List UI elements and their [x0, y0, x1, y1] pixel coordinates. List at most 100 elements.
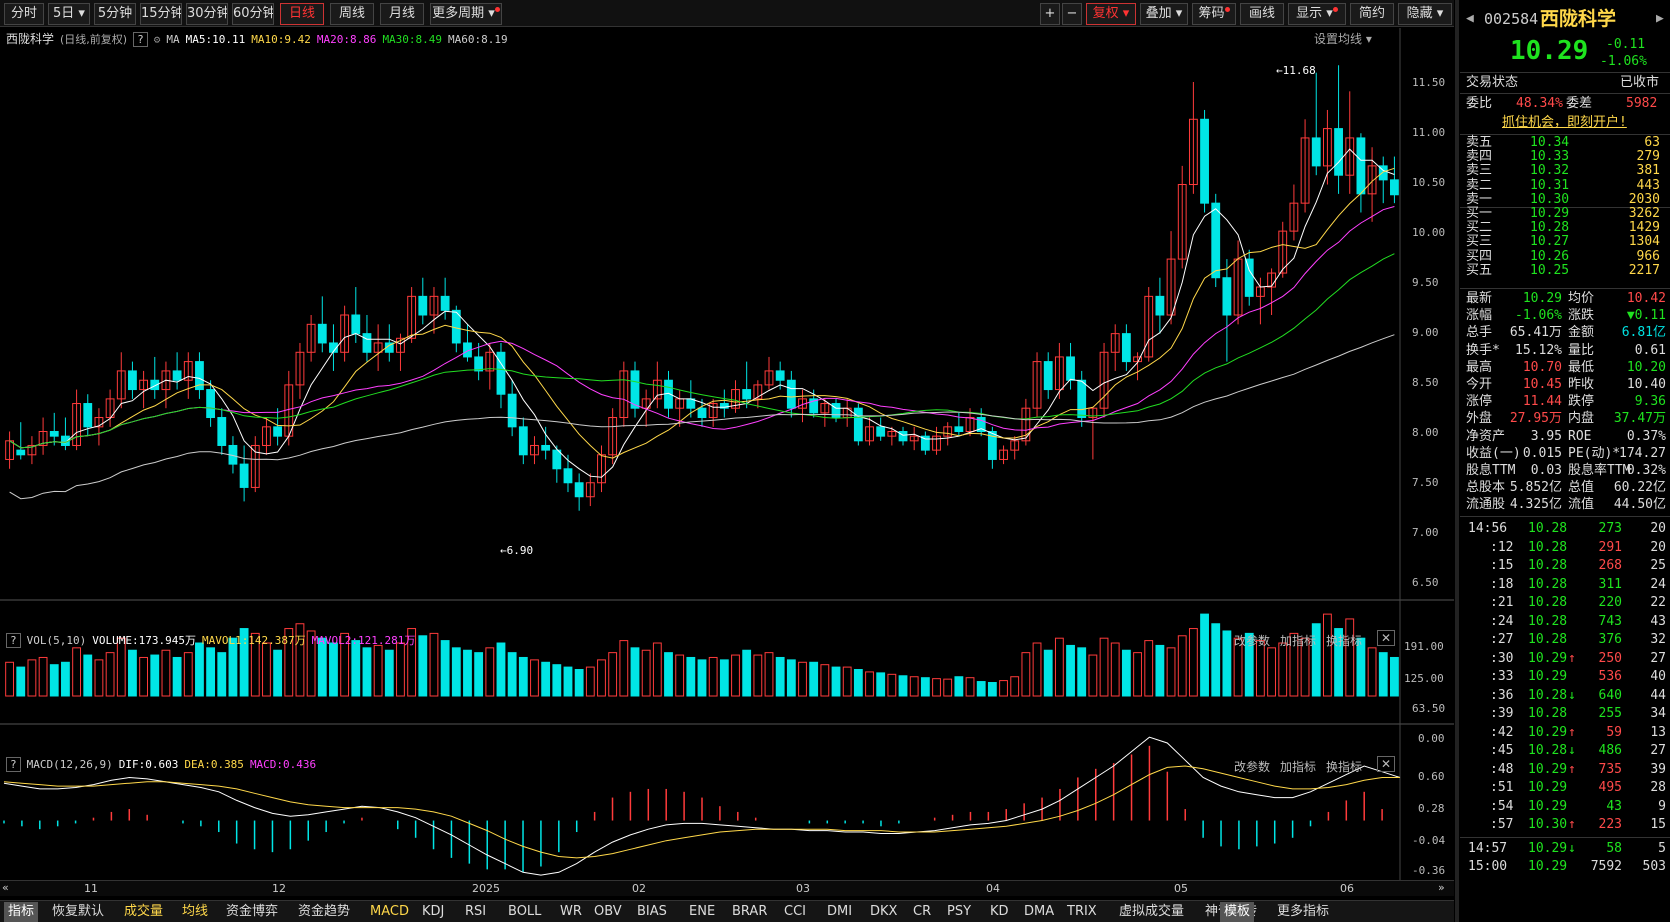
panel-divider[interactable]	[1455, 0, 1459, 922]
next-stock-icon[interactable]: ▶	[1656, 8, 1664, 30]
tick-count: 28	[1650, 780, 1666, 795]
period-fenshi[interactable]: 分时	[4, 3, 44, 25]
settings-gear-icon[interactable]: ⚙	[154, 33, 161, 46]
tab-7[interactable]: KDJ	[418, 902, 448, 922]
tab-23[interactable]: 虚拟成交量	[1115, 902, 1188, 922]
vol-param-button[interactable]: 改参数	[1234, 632, 1270, 649]
tick-row: :51 10.29 495 28	[1460, 779, 1670, 796]
hide-button[interactable]: 隐藏 ▾	[1398, 3, 1452, 25]
tab-22[interactable]: TRIX	[1063, 902, 1101, 922]
ask-row[interactable]: 卖三 10.32 381	[1460, 164, 1670, 178]
volume-bar	[262, 642, 271, 697]
chips-button[interactable]: 筹码	[1192, 3, 1236, 25]
tick-row: :48 10.29 ↑ 735 39	[1460, 761, 1670, 778]
scroll-right-icon[interactable]: »	[1438, 881, 1445, 894]
main-legend: 西陇科学 (日线,前复权)? ⚙ MA MA5:10.11 MA10:9.42 MA20:8…	[6, 30, 514, 47]
tab-0[interactable]: 指标	[4, 902, 39, 922]
vol-swap-indicator-button[interactable]: 换指标	[1326, 632, 1362, 649]
tab-9[interactable]: BOLL	[504, 902, 545, 922]
candle-body	[1390, 179, 1399, 196]
tab-18[interactable]: CR	[909, 902, 935, 922]
help-icon[interactable]: ?	[133, 32, 148, 47]
tab-26[interactable]: 模板	[1220, 902, 1255, 922]
prev-stock-icon[interactable]: ◀	[1466, 8, 1474, 30]
simple-button[interactable]: 简约	[1350, 3, 1394, 25]
vol-close-icon[interactable]: ✕	[1377, 630, 1396, 646]
tab-11[interactable]: OBV	[590, 902, 626, 922]
candle-body	[1155, 295, 1165, 316]
period-60min[interactable]: 60分钟	[232, 3, 274, 25]
macd-close-icon[interactable]: ✕	[1377, 756, 1396, 772]
bid-row[interactable]: 买三 10.27 1304	[1460, 235, 1670, 249]
stat-label: 跌停	[1568, 394, 1595, 410]
tick-arrow-icon: ↓	[1568, 743, 1576, 758]
macd-param-button[interactable]: 改参数	[1234, 758, 1270, 775]
bid-row[interactable]: 买二 10.28 1429	[1460, 221, 1670, 235]
period-5min[interactable]: 5分钟	[94, 3, 136, 25]
tab-2[interactable]: 成交量	[120, 902, 167, 922]
tab-3[interactable]: 均线	[178, 902, 212, 922]
period-30min[interactable]: 30分钟	[186, 3, 228, 25]
tab-4[interactable]: 资金博弈	[222, 902, 282, 922]
fuquan-button[interactable]: 复权 ▾	[1086, 3, 1136, 25]
display-button[interactable]: 显示 ▾	[1288, 3, 1346, 25]
bid-row[interactable]: 买四 10.26 966	[1460, 249, 1670, 264]
stat-label: 内盘	[1568, 411, 1595, 427]
period-more[interactable]: 更多周期 ▾	[430, 3, 502, 25]
stat-label: PE(动)*	[1568, 445, 1621, 461]
period-5day[interactable]: 5日 ▾	[48, 3, 90, 25]
tab-19[interactable]: PSY	[943, 902, 975, 922]
tab-12[interactable]: BIAS	[633, 902, 671, 922]
macd-add-indicator-button[interactable]: 加指标	[1280, 758, 1316, 775]
zoom-out-button[interactable]: −	[1062, 3, 1082, 25]
volume-bar	[1099, 637, 1109, 697]
ask-row[interactable]: 卖二 10.31 443	[1460, 178, 1670, 193]
period-15min[interactable]: 15分钟	[140, 3, 182, 25]
tab-1[interactable]: 恢复默认	[48, 902, 108, 922]
tab-6[interactable]: MACD	[366, 902, 413, 922]
tab-20[interactable]: KD	[986, 902, 1013, 922]
bid-row[interactable]: 买五 10.25 2217	[1460, 263, 1670, 278]
tick-volume: 486	[1598, 743, 1622, 758]
zoom-in-button[interactable]: +	[1040, 3, 1060, 25]
ma-settings-button[interactable]: 设置均线 ▾	[1314, 30, 1372, 47]
tab-15[interactable]: CCI	[780, 902, 810, 922]
macd-help-icon[interactable]: ?	[6, 757, 21, 772]
tick-volume: 376	[1598, 632, 1622, 647]
overlay-button[interactable]: 叠加 ▾	[1140, 3, 1188, 25]
scroll-left-icon[interactable]: «	[2, 881, 9, 894]
price-block: 10.29 -0.11 -1.06%	[1460, 36, 1670, 69]
tick-count: 43	[1650, 613, 1666, 629]
chips-dot	[1224, 7, 1230, 12]
promo-link[interactable]: 抓住机会，即刻开户!	[1460, 114, 1670, 131]
macd-value: MACD:0.436	[249, 758, 317, 771]
tab-21[interactable]: DMA	[1020, 902, 1058, 922]
period-weekly[interactable]: 周线	[330, 3, 374, 25]
stat-value: 44.50亿	[1613, 497, 1666, 513]
ask-row[interactable]: 卖五 10.34 63	[1460, 136, 1670, 150]
tab-17[interactable]: DKX	[866, 902, 901, 922]
volume-bar	[195, 642, 204, 697]
tab-14[interactable]: BRAR	[728, 902, 771, 922]
ask-row[interactable]: 卖四 10.33 279	[1460, 150, 1670, 164]
tab-5[interactable]: 资金趋势	[294, 902, 354, 922]
period-daily[interactable]: 日线	[280, 3, 324, 25]
candle-body	[1334, 128, 1343, 176]
tick-row: :54 10.29 43 9	[1460, 798, 1670, 815]
volume-bar	[83, 654, 93, 697]
tab-25[interactable]: 更多指标	[1273, 902, 1333, 922]
vol-add-indicator-button[interactable]: 加指标	[1280, 632, 1316, 649]
low-annotation: ←6.90	[500, 544, 534, 557]
period-monthly[interactable]: 月线	[380, 3, 424, 25]
volume-bar	[887, 673, 897, 697]
bid-row[interactable]: 买一 10.29 3262	[1460, 207, 1670, 221]
draw-line-button[interactable]: 画线	[1240, 3, 1284, 25]
ask-row[interactable]: 卖一 10.30 2030	[1460, 192, 1670, 207]
vol-help-icon[interactable]: ?	[6, 633, 21, 648]
stat-value: 0.03	[1530, 463, 1562, 478]
tab-13[interactable]: ENE	[685, 902, 719, 922]
macd-swap-indicator-button[interactable]: 换指标	[1326, 758, 1362, 775]
tab-8[interactable]: RSI	[461, 902, 490, 922]
tab-10[interactable]: WR	[556, 902, 586, 922]
tab-16[interactable]: DMI	[823, 902, 856, 922]
